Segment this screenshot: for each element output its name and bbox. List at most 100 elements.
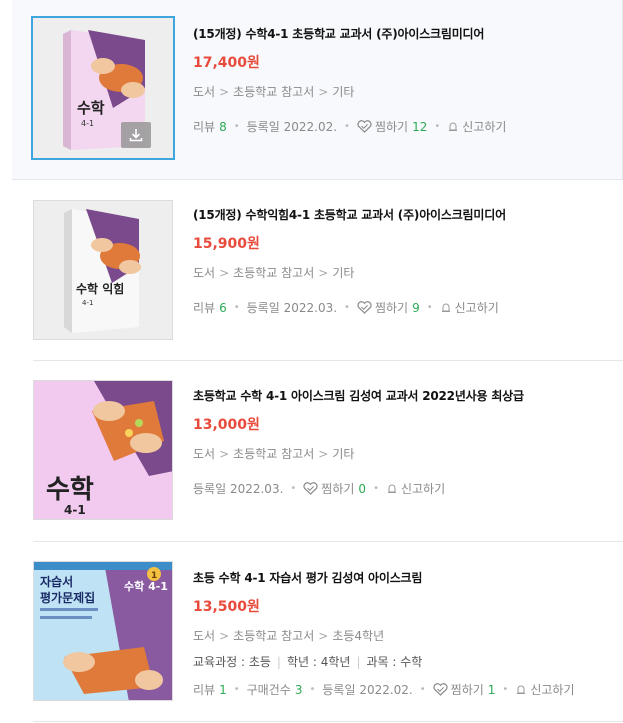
category-path: 도서 > 초등학교 참고서 > 기타 [193, 447, 355, 461]
attr-subject: 과목 : 수학 [366, 655, 423, 669]
divider [33, 541, 623, 542]
product-meta: 리뷰 8 • 등록일 2022.02. • 찜하기 12 • 신고하기 [193, 118, 506, 135]
svg-text:수학 익힘: 수학 익힘 [76, 281, 124, 296]
svg-text:자습서: 자습서 [40, 574, 73, 589]
category-path: 도서 > 초등학교 참고서 > 기타 [193, 266, 355, 280]
category-level-2[interactable]: 초등학교 참고서 [233, 266, 314, 280]
product-title[interactable]: 초등학교 수학 4-1 아이스크림 김성여 교과서 2022년사용 최상급 [193, 387, 524, 404]
separator-dot: • [233, 684, 240, 695]
report-button[interactable]: 신고하기 [440, 299, 499, 316]
date-value: 2022.03. [283, 300, 338, 315]
date-label: 등록일 [246, 120, 280, 134]
purchase-label: 구매건수 [246, 683, 291, 697]
svg-text:수학 4-1: 수학 4-1 [124, 579, 168, 593]
bell-icon [386, 483, 398, 495]
review-count: 6 [219, 300, 227, 315]
divider [33, 721, 623, 722]
book-cover-image: 수학 4-1 [34, 381, 172, 519]
like-button[interactable]: 찜하기 0 [303, 480, 366, 497]
category-level-2[interactable]: 초등학교 참고서 [233, 85, 314, 99]
category-level-1[interactable]: 도서 [193, 266, 215, 280]
product-meta: 등록일 2022.03. • 찜하기 0 • 신고하기 [193, 480, 445, 497]
like-button[interactable]: 찜하기 1 [433, 681, 496, 698]
product-thumbnail[interactable]: 자습서 평가문제집 수학 4-1 1 [33, 561, 173, 701]
product-meta: 리뷰 6 • 등록일 2022.03. • 찜하기 9 • 신고하기 [193, 299, 499, 316]
report-button[interactable]: 신고하기 [386, 480, 445, 497]
svg-text:평가문제집: 평가문제집 [40, 590, 95, 605]
product-price: 17,400원 [193, 55, 260, 71]
category-path: 도서 > 초등학교 참고서 > 기타 [193, 85, 355, 99]
bell-icon [440, 302, 452, 314]
heart-icon [357, 301, 372, 314]
category-level-3[interactable]: 기타 [332, 266, 354, 280]
book-cover-image: 수학 익힘 4-1 [34, 201, 172, 339]
separator-dot: • [290, 483, 297, 494]
heart-icon [357, 120, 372, 133]
review-label: 리뷰 [193, 120, 216, 134]
report-button[interactable]: 신고하기 [515, 681, 575, 698]
separator-dot: • [502, 684, 509, 695]
separator-dot: • [233, 302, 240, 313]
like-button[interactable]: 찜하기 12 [357, 118, 427, 135]
separator-dot: • [426, 302, 433, 313]
product-title[interactable]: (15개정) 수학익힘4-1 초등학교 교과서 (주)아이스크림미디어 [193, 206, 506, 223]
separator-dot: • [419, 684, 426, 695]
separator-dot: • [344, 121, 350, 132]
review-label: 리뷰 [193, 301, 216, 315]
download-icon [129, 129, 143, 142]
attr-curriculum: 교육과정 : 초등 [193, 655, 271, 669]
like-count: 1 [487, 682, 496, 697]
book-cover-image: 수학 4-1 [33, 18, 173, 158]
product-thumbnail[interactable]: 수학 4-1 [33, 380, 173, 520]
book-cover-image: 자습서 평가문제집 수학 4-1 1 [34, 562, 172, 700]
like-count: 9 [412, 300, 420, 315]
svg-text:수학: 수학 [46, 475, 94, 505]
product-attributes: 교육과정 : 초등 | 학년 : 4학년 | 과목 : 수학 [193, 655, 423, 669]
product-price: 13,000원 [193, 417, 260, 433]
separator-dot: • [434, 121, 441, 132]
report-label: 신고하기 [530, 683, 575, 697]
like-label: 찜하기 [374, 120, 409, 134]
date-label: 등록일 [193, 482, 227, 496]
svg-text:4-1: 4-1 [82, 299, 93, 307]
svg-text:4-1: 4-1 [64, 503, 86, 517]
category-level-1[interactable]: 도서 [193, 447, 215, 461]
category-level-3[interactable]: 기타 [332, 85, 354, 99]
like-count: 0 [358, 481, 367, 496]
product-title[interactable]: (15개정) 수학4-1 초등학교 교과서 (주)아이스크림미디어 [193, 25, 484, 42]
svg-text:1: 1 [151, 571, 157, 581]
download-button[interactable] [121, 122, 151, 148]
category-level-1[interactable]: 도서 [193, 629, 215, 643]
product-thumbnail[interactable]: 수학 4-1 [31, 16, 175, 160]
purchase-count: 3 [294, 682, 303, 697]
like-count: 12 [412, 119, 428, 134]
date-value: 2022.02. [283, 119, 338, 134]
review-label: 리뷰 [193, 683, 216, 697]
like-button[interactable]: 찜하기 9 [357, 299, 420, 316]
category-level-2[interactable]: 초등학교 참고서 [233, 629, 314, 643]
category-level-1[interactable]: 도서 [193, 85, 215, 99]
heart-icon [433, 683, 448, 696]
report-label: 신고하기 [454, 301, 499, 315]
category-level-3[interactable]: 초등4학년 [332, 629, 384, 643]
product-thumbnail[interactable]: 수학 익힘 4-1 [33, 200, 173, 340]
product-title[interactable]: 초등 수학 4-1 자습서 평가 김성여 아이스크림 [193, 569, 422, 586]
category-level-2[interactable]: 초등학교 참고서 [233, 447, 314, 461]
like-label: 찜하기 [321, 482, 355, 496]
product-price: 13,500원 [193, 599, 260, 615]
date-value: 2022.03. [229, 481, 284, 496]
date-label: 등록일 [322, 683, 356, 697]
svg-text:수학: 수학 [77, 99, 105, 117]
separator-dot: • [233, 121, 240, 132]
separator-dot: • [309, 684, 316, 695]
date-label: 등록일 [246, 301, 280, 315]
like-label: 찜하기 [374, 301, 409, 315]
svg-text:4-1: 4-1 [81, 119, 94, 128]
report-button[interactable]: 신고하기 [447, 118, 506, 135]
category-level-3[interactable]: 기타 [332, 447, 354, 461]
bell-icon [515, 684, 527, 696]
category-path: 도서 > 초등학교 참고서 > 초등4학년 [193, 629, 385, 643]
product-price: 15,900원 [193, 236, 260, 252]
like-label: 찜하기 [450, 683, 484, 697]
bell-icon [447, 121, 459, 133]
